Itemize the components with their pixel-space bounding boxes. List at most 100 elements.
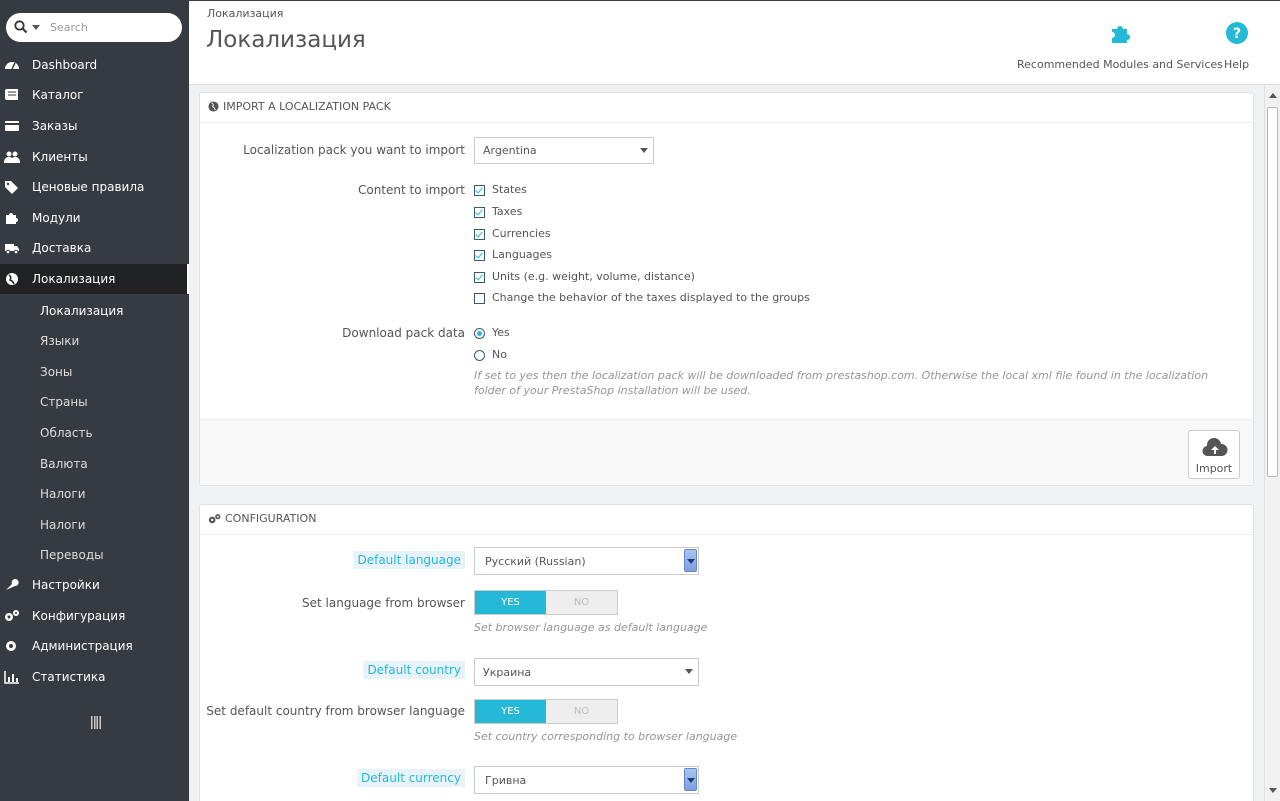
download-pack-label: Download pack data xyxy=(342,326,465,340)
cogs-icon xyxy=(5,610,19,621)
checkbox-taxes[interactable] xyxy=(474,207,485,218)
sidebar-item-modules[interactable]: Модули xyxy=(0,203,189,233)
panel-heading-text: CONFIGURATION xyxy=(225,512,317,525)
puzzle-icon xyxy=(6,213,18,224)
truck-icon xyxy=(5,244,19,255)
pack-label: Localization pack you want to import xyxy=(243,143,465,157)
sidebar-item-localization[interactable]: Локализация xyxy=(0,264,189,294)
default-language-select[interactable]: Русский (Russian) xyxy=(474,547,699,575)
switch-no[interactable]: NO xyxy=(546,591,617,614)
submenu-item-states[interactable]: Область xyxy=(40,426,93,440)
default-language-label[interactable]: Default language xyxy=(353,551,465,569)
lang-browser-label: Set language from browser xyxy=(302,596,465,610)
cog-icon xyxy=(6,641,16,651)
sidebar-item-catalog[interactable]: Каталог xyxy=(0,80,189,110)
page-scrollbar[interactable] xyxy=(1264,85,1280,801)
default-currency-select[interactable]: Гривна xyxy=(474,766,699,794)
panel-heading-text: IMPORT A LOCALIZATION PACK xyxy=(223,100,391,113)
default-country-label[interactable]: Default country xyxy=(363,661,465,679)
select-value: Гривна xyxy=(485,774,527,787)
sidebar-item-label: Локализация xyxy=(32,272,116,286)
globe-icon xyxy=(208,101,219,112)
submenu-item-currencies[interactable]: Валюта xyxy=(40,457,88,471)
chevron-down-icon xyxy=(640,148,648,153)
checkbox-languages[interactable] xyxy=(474,250,485,261)
submenu-item-countries[interactable]: Страны xyxy=(40,395,88,409)
checkbox-tax-behavior[interactable] xyxy=(474,293,485,304)
users-icon xyxy=(4,151,20,163)
search-box[interactable] xyxy=(6,13,182,42)
sidebar-item-customers[interactable]: Клиенты xyxy=(0,142,189,172)
sidebar-item-stats[interactable]: Статистика xyxy=(0,662,189,692)
radio-label: No xyxy=(492,348,507,361)
radio-download-yes[interactable] xyxy=(474,328,485,339)
panel-heading: IMPORT A LOCALIZATION PACK xyxy=(208,100,391,113)
wrench-icon xyxy=(6,579,19,590)
submenu-item-taxes[interactable]: Налоги xyxy=(40,487,86,501)
puzzle-icon xyxy=(1111,26,1130,43)
cogs-icon xyxy=(208,513,221,523)
sidebar-item-label: Модули xyxy=(32,211,81,225)
submenu-item-translations[interactable]: Переводы xyxy=(40,548,104,562)
svg-text:?: ? xyxy=(1232,26,1240,42)
submenu-item-localization[interactable]: Локализация xyxy=(40,304,123,318)
chevron-down-icon xyxy=(685,669,693,674)
checkbox-currencies[interactable] xyxy=(474,229,485,240)
search-icon[interactable] xyxy=(14,20,28,34)
submenu-item-languages[interactable]: Языки xyxy=(40,334,79,348)
sidebar-item-configuration[interactable]: Конфигурация xyxy=(0,601,189,631)
sidebar-item-preferences[interactable]: Настройки xyxy=(0,570,189,600)
sidebar-item-label: Каталог xyxy=(32,88,84,102)
default-country-select[interactable]: Украина xyxy=(474,658,699,686)
breadcrumb[interactable]: Локализация xyxy=(207,7,283,20)
country-browser-switch[interactable]: YES NO xyxy=(474,699,618,724)
scroll-down-arrow[interactable] xyxy=(1269,788,1277,793)
credit-card-icon xyxy=(5,121,19,131)
checkbox-states[interactable] xyxy=(474,185,485,196)
search-dropdown-icon[interactable] xyxy=(32,25,40,30)
sidebar-item-shipping[interactable]: Доставка xyxy=(0,233,189,263)
lang-browser-switch[interactable]: YES NO xyxy=(474,590,618,615)
import-button-label: Import xyxy=(1195,462,1233,475)
localization-pack-select[interactable]: Argentina xyxy=(474,137,654,164)
globe-icon xyxy=(6,273,18,285)
submenu-item-tax-rules[interactable]: Налоги xyxy=(40,518,86,532)
sidebar-item-administration[interactable]: Администрация xyxy=(0,631,189,661)
scroll-up-arrow[interactable] xyxy=(1269,93,1277,98)
sidebar-item-label: Настройки xyxy=(32,578,100,592)
switch-yes[interactable]: YES xyxy=(475,591,546,614)
checkbox-label: Currencies xyxy=(492,227,551,240)
search-input[interactable] xyxy=(50,18,174,37)
checkbox-label: Languages xyxy=(492,248,553,261)
recommended-modules-label: Recommended Modules and Services xyxy=(1017,58,1223,71)
chevron-down-icon xyxy=(684,549,697,572)
checkbox-label: Units (e.g. weight, volume, distance) xyxy=(492,270,695,283)
radio-label: Yes xyxy=(492,326,510,339)
checkbox-units[interactable] xyxy=(474,272,485,283)
sidebar-item-label: Доставка xyxy=(32,241,92,255)
select-value: Argentina xyxy=(483,144,537,157)
scroll-thumb[interactable] xyxy=(1267,107,1278,477)
sidebar-item-dashboard[interactable]: Dashboard xyxy=(0,50,189,80)
sidebar-item-label: Статистика xyxy=(32,670,106,684)
import-button[interactable]: Import xyxy=(1188,430,1240,479)
help-button[interactable]: ? Help xyxy=(1224,21,1249,71)
select-value: Русский (Russian) xyxy=(485,555,586,568)
sidebar-item-orders[interactable]: Заказы xyxy=(0,111,189,141)
cloud-upload-icon xyxy=(1202,438,1228,457)
checkbox-label: States xyxy=(492,183,527,196)
collapse-menu-icon[interactable] xyxy=(91,716,101,729)
sidebar-item-price-rules[interactable]: Ценовые правила xyxy=(0,172,189,202)
default-currency-label[interactable]: Default currency xyxy=(357,769,465,787)
submenu-item-zones[interactable]: Зоны xyxy=(40,365,72,379)
switch-no[interactable]: NO xyxy=(546,700,617,723)
switch-yes[interactable]: YES xyxy=(475,700,546,723)
page-title: Локализация xyxy=(206,27,366,53)
checkbox-label: Change the behavior of the taxes display… xyxy=(492,291,810,304)
country-browser-label: Set default country from browser languag… xyxy=(206,704,465,718)
help-label: Help xyxy=(1224,58,1250,71)
sidebar-item-label: Администрация xyxy=(32,639,133,653)
recommended-modules-button[interactable]: Recommended Modules and Services xyxy=(1017,21,1223,71)
tags-icon xyxy=(5,181,18,194)
radio-download-no[interactable] xyxy=(474,350,485,361)
